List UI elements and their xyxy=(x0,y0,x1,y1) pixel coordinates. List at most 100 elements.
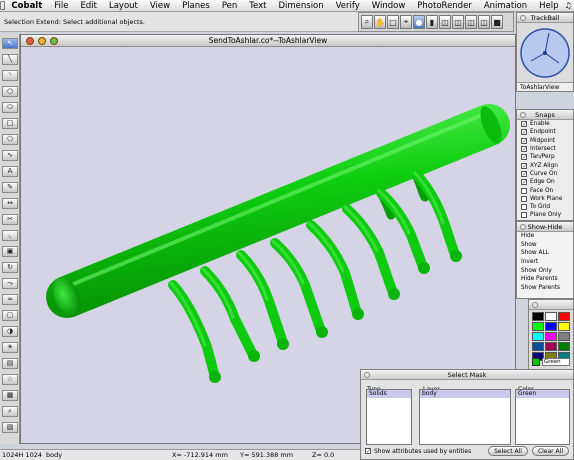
menu-help[interactable]: Help xyxy=(533,0,564,12)
view-back-icon[interactable]: ◫ xyxy=(478,15,490,29)
close-icon[interactable] xyxy=(364,372,370,378)
snap-checkbox[interactable] xyxy=(521,204,527,211)
menu-animation[interactable]: Animation xyxy=(478,0,533,12)
view-solid-icon[interactable]: ■ xyxy=(491,15,503,29)
render-tool-icon[interactable]: ☀ xyxy=(2,342,18,353)
extrude-tool-icon[interactable]: ▣ xyxy=(2,246,18,257)
snap-option[interactable]: ✓ Tan/Perp xyxy=(517,153,573,161)
zoom-tool-icon[interactable]: ⌕ xyxy=(2,406,18,417)
current-layer-readout[interactable]: body xyxy=(46,450,62,460)
zoom-icon[interactable]: ⌕ xyxy=(361,15,373,29)
type-list-item[interactable]: Solids xyxy=(367,390,411,398)
dimension-tool-icon[interactable]: ↔ xyxy=(2,198,18,209)
menu-text[interactable]: Text xyxy=(243,0,272,12)
spline-tool-icon[interactable]: ∿ xyxy=(2,150,18,161)
color-swatch[interactable] xyxy=(558,332,570,341)
blend-tool-icon[interactable]: ≈ xyxy=(2,294,18,305)
show-attributes-checkbox[interactable]: ✓ xyxy=(365,448,371,455)
shell-tool-icon[interactable]: ▢ xyxy=(2,310,18,321)
close-window-icon[interactable] xyxy=(26,37,34,45)
menu-file[interactable]: File xyxy=(48,0,74,12)
color-swatch[interactable] xyxy=(558,322,570,331)
color-list-item[interactable]: Green xyxy=(516,390,569,398)
color-swatch[interactable] xyxy=(558,312,570,321)
snap-option[interactable]: Face On xyxy=(517,186,573,194)
trackball-view-name[interactable]: ToAshlarView xyxy=(517,82,573,91)
snap-checkbox[interactable]: ✓ xyxy=(521,179,527,186)
view-iso-icon[interactable]: ◫ xyxy=(465,15,477,29)
light-tool-icon[interactable]: ☆ xyxy=(2,374,18,385)
view-top-icon[interactable]: ▮ xyxy=(426,15,438,29)
snap-option[interactable]: To Grid xyxy=(517,203,573,211)
snap-option[interactable]: ✓ Intersect xyxy=(517,145,573,153)
layer-list-item[interactable]: body xyxy=(420,390,510,398)
snap-option[interactable]: Plane Only xyxy=(517,211,573,219)
menu-view[interactable]: View xyxy=(144,0,176,12)
snap-checkbox[interactable]: ✓ xyxy=(521,146,527,153)
snap-option[interactable]: ✓ Curve On xyxy=(517,170,573,178)
menu-cobalt[interactable]: Cobalt xyxy=(5,0,48,12)
snap-checkbox[interactable]: ✓ xyxy=(521,121,527,128)
color-swatch[interactable] xyxy=(532,312,544,321)
group-tool-icon[interactable]: ▧ xyxy=(2,422,18,433)
color-list[interactable]: Green xyxy=(515,389,570,445)
snap-option[interactable]: Work Plane xyxy=(517,195,573,203)
close-icon[interactable] xyxy=(520,15,526,21)
snap-checkbox[interactable]: ✓ xyxy=(521,162,527,169)
menu-dimension[interactable]: Dimension xyxy=(272,0,329,12)
snap-checkbox[interactable] xyxy=(521,195,527,202)
close-icon[interactable] xyxy=(520,224,526,230)
menu-edit[interactable]: Edit xyxy=(75,0,103,12)
current-color-swatch[interactable] xyxy=(532,358,540,366)
boolean-tool-icon[interactable]: ◑ xyxy=(2,326,18,337)
camera-tool-icon[interactable]: ▤ xyxy=(2,358,18,369)
close-icon[interactable] xyxy=(532,302,538,308)
show-hide-command[interactable]: Show ALL xyxy=(517,249,573,258)
view-right-icon[interactable]: ◫ xyxy=(452,15,464,29)
pen-tool-icon[interactable]: ✎ xyxy=(2,182,18,193)
trackball-sphere-icon[interactable] xyxy=(517,23,573,83)
show-hide-command[interactable]: Hide xyxy=(517,232,573,241)
sweep-tool-icon[interactable]: ⤳ xyxy=(2,278,18,289)
snap-option[interactable]: ✓ Edge On xyxy=(517,178,573,186)
zoom-window-button-icon[interactable] xyxy=(50,37,58,45)
view-front-icon[interactable]: ◫ xyxy=(439,15,451,29)
polygon-tool-icon[interactable]: ⬠ xyxy=(2,134,18,145)
snap-option[interactable]: ✓ XYZ Align xyxy=(517,161,573,169)
grid-tool-icon[interactable]: ▦ xyxy=(2,390,18,401)
type-list[interactable]: Solids xyxy=(366,389,412,445)
render-sphere-icon[interactable]: ● xyxy=(413,15,425,29)
fillet-tool-icon[interactable]: ◟ xyxy=(2,230,18,241)
menu-pen[interactable]: Pen xyxy=(216,0,243,12)
snap-option[interactable]: ✓ Enable xyxy=(517,120,573,128)
show-hide-command[interactable]: Show xyxy=(517,241,573,250)
menu-verify[interactable]: Verify xyxy=(330,0,366,12)
show-hide-command[interactable]: Show Only xyxy=(517,267,573,276)
show-hide-command[interactable]: Show Parents xyxy=(517,284,573,293)
select-arrow-tool-icon[interactable]: ↖ xyxy=(2,38,18,49)
color-swatch[interactable] xyxy=(532,342,544,351)
menu-photorender[interactable]: PhotoRender xyxy=(411,0,478,12)
volume-icon[interactable]: ♫ xyxy=(565,1,572,10)
layer-list[interactable]: body xyxy=(419,389,511,445)
zoom-window-icon[interactable]: □ xyxy=(387,15,399,29)
snap-option[interactable]: ✓ Endpoint xyxy=(517,128,573,136)
menu-layout[interactable]: Layout xyxy=(103,0,144,12)
color-swatch[interactable] xyxy=(532,332,544,341)
snap-checkbox[interactable]: ✓ xyxy=(521,137,527,144)
show-hide-command[interactable]: Hide Parents xyxy=(517,275,573,284)
hand-pan-icon[interactable]: ✋ xyxy=(374,15,386,29)
color-swatch[interactable] xyxy=(545,312,557,321)
snap-checkbox[interactable]: ✓ xyxy=(521,129,527,136)
color-swatch[interactable] xyxy=(532,322,544,331)
snap-checkbox[interactable] xyxy=(521,187,527,194)
menu-planes[interactable]: Planes xyxy=(176,0,216,12)
color-swatch[interactable] xyxy=(545,332,557,341)
show-hide-command[interactable]: Invert xyxy=(517,258,573,267)
color-swatch[interactable] xyxy=(545,342,557,351)
zoom-extents-icon[interactable]: ⌖ xyxy=(400,15,412,29)
snap-checkbox[interactable]: ✓ xyxy=(521,154,527,161)
line-tool-icon[interactable]: ╲ xyxy=(2,54,18,65)
trim-tool-icon[interactable]: ✂ xyxy=(2,214,18,225)
clear-all-button[interactable]: Clear All xyxy=(531,446,569,456)
